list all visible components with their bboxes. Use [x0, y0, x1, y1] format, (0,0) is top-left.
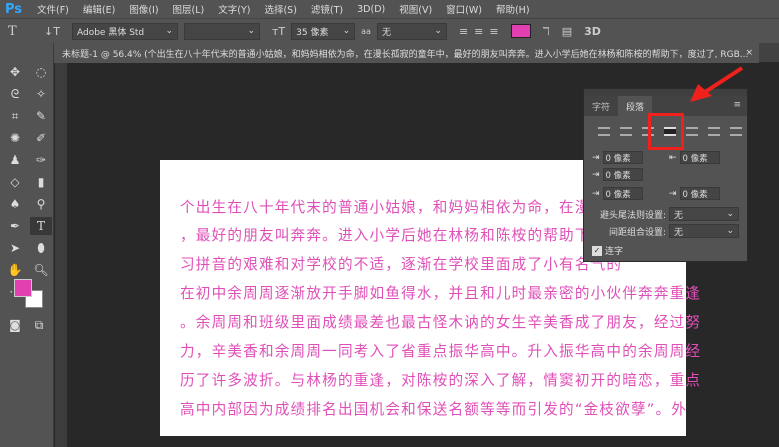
justify-all-icon[interactable] — [730, 127, 742, 136]
document-tab-bar: 未标题-1 @ 56.4% (个出生在八十年代末的普通小姑娘，和妈妈相依为命，在… — [54, 43, 779, 63]
mojikumi-select[interactable]: 无 ⌄ — [669, 224, 739, 238]
align-left-icon[interactable]: ≡ — [459, 25, 468, 38]
screen-mode-icon[interactable]: ⧉ — [30, 316, 48, 334]
menu-bar: Ps 文件(F) 编辑(E) 图像(I) 图层(L) 文字(Y) 选择(S) 滤… — [0, 0, 779, 18]
toolbar: ✥ ◌ ᘓ ✧ ⌗ ✎ ✺ ✐ ♟ ✑ ◇ ▮ ♠ ⚲ ✒ T ➤ ⬮ ✋ 🔍︎… — [0, 43, 54, 447]
path-selection-icon[interactable]: ➤ — [4, 239, 26, 257]
font-family-select[interactable]: Adobe 黑体 Std ⌄ — [72, 22, 178, 40]
menu-file[interactable]: 文件(F) — [30, 2, 76, 16]
menu-window[interactable]: 窗口(W) — [439, 2, 489, 16]
dodge-tool-icon[interactable]: ⚲ — [30, 195, 52, 213]
antialias-value: 无 — [381, 27, 391, 38]
first-line-indent-input[interactable]: 0 像素 — [602, 168, 643, 181]
menu-select[interactable]: 选择(S) — [257, 2, 303, 16]
foreground-color-swatch[interactable] — [14, 279, 32, 297]
vertical-ruler — [55, 63, 67, 447]
menu-layer[interactable]: 图层(L) — [166, 2, 212, 16]
character-panel-icon[interactable]: ▤ — [562, 25, 572, 38]
warp-text-icon[interactable]: ℸ — [543, 25, 550, 38]
tab-character[interactable]: 字符 — [584, 96, 618, 116]
options-bar: T ↓T Adobe 黑体 Std ⌄ ⌄ тT 35 像素 ⌄ aa 无 ⌄ ≡ ≡… — [0, 18, 779, 43]
type-tool-preset-icon[interactable]: T — [8, 24, 38, 39]
left-indent-icon: ⇥ — [592, 152, 600, 163]
right-indent-input[interactable]: 0 像素 — [679, 151, 720, 164]
left-indent-input[interactable]: 0 像素 — [602, 151, 643, 164]
quick-mask-icon[interactable]: ◙ — [6, 316, 24, 334]
text-color-swatch[interactable] — [510, 24, 531, 38]
font-family-value: Adobe 黑体 Std — [77, 27, 145, 38]
magic-wand-icon[interactable]: ✧ — [30, 85, 52, 103]
ellipse-tool-icon[interactable]: ⬮ — [30, 239, 52, 257]
eyedropper-icon[interactable]: ✎ — [30, 107, 52, 125]
mojikumi-label: 间距组合设置: — [608, 227, 666, 238]
antialias-icon: aa — [361, 26, 371, 36]
menu-help[interactable]: 帮助(H) — [489, 2, 537, 16]
crop-tool-icon[interactable]: ⌗ — [4, 107, 26, 125]
menu-3d[interactable]: 3D(D) — [350, 4, 392, 15]
hyphenate-label: 连字 — [605, 247, 624, 257]
kinsoku-value: 无 — [674, 210, 684, 221]
history-brush-icon[interactable]: ✑ — [30, 151, 52, 169]
close-tab-icon[interactable]: × — [745, 48, 753, 58]
document-tab-title: 未标题-1 @ 56.4% (个出生在八十年代末的普通小姑娘，和妈妈相依为命，在… — [62, 49, 749, 60]
zoom-tool-icon[interactable]: 🔍︎ — [30, 261, 52, 279]
eraser-tool-icon[interactable]: ◇ — [4, 173, 26, 191]
text-line: 历了许多波折。与林杨的重逢，对陈桉的深入了解，情窦初开的暗恋，重点 — [180, 372, 702, 389]
text-line: 个出生在八十年代末的普通小姑娘，和妈妈相依为命，在漫长孤 — [180, 199, 623, 216]
move-tool-icon[interactable]: ✥ — [4, 63, 26, 81]
menu-filter[interactable]: 滤镜(T) — [304, 2, 350, 16]
font-size-icon: тT — [272, 24, 286, 38]
healing-brush-icon[interactable]: ✺ — [4, 129, 26, 147]
document-tab[interactable]: 未标题-1 @ 56.4% (个出生在八十年代末的普通小姑娘，和妈妈相依为命，在… — [54, 43, 759, 63]
justify-last-right-icon[interactable] — [708, 127, 720, 136]
menu-view[interactable]: 视图(V) — [392, 2, 439, 16]
justify-last-center-icon[interactable] — [686, 127, 698, 136]
menu-type[interactable]: 文字(Y) — [211, 2, 257, 16]
marquee-tool-icon[interactable]: ◌ — [30, 63, 52, 81]
type-tool-icon[interactable]: T — [30, 217, 52, 235]
align-center-icon[interactable]: ≡ — [474, 25, 483, 38]
lasso-tool-icon[interactable]: ᘓ — [4, 85, 26, 103]
kinsoku-select[interactable]: 无 ⌄ — [669, 207, 739, 221]
3d-button[interactable]: 3D — [584, 25, 601, 38]
font-size-value: 35 像素 — [296, 27, 329, 38]
text-line: 高中内部因为成绩排名出国机会和保送名额等等而引发的“金枝欲孽”。外 — [180, 401, 688, 418]
hyphenate-checkbox[interactable]: ✓ — [592, 245, 602, 256]
align-right-icon[interactable]: ≡ — [489, 25, 498, 38]
first-line-indent-icon: ⇥ — [592, 169, 600, 180]
highlight-box — [648, 113, 684, 150]
text-line: ，最好的朋友叫奔奔。进入小学后她在林杨和陈桉的帮助下，度 — [180, 227, 623, 244]
blur-tool-icon[interactable]: ♠ — [4, 195, 26, 213]
text-line: 在初中余周周逐渐放开手脚如鱼得水，并且和儿时最亲密的小伙伴奔奔重逢 — [180, 285, 702, 302]
menu-edit[interactable]: 编辑(E) — [76, 2, 122, 16]
font-style-select[interactable]: ⌄ — [184, 22, 260, 40]
text-line: 力，辛美香和余周周一同考入了省重点振华高中。升入振华高中的余周周经 — [180, 343, 702, 360]
align-left-icon[interactable] — [598, 127, 610, 136]
font-size-select[interactable]: 35 像素 ⌄ — [291, 22, 356, 40]
text-line: 习拼音的艰难和对学校的不适，逐渐在学校里面成了小有名气的 — [180, 256, 623, 273]
space-before-input[interactable]: 0 像素 — [602, 187, 643, 200]
kinsoku-label: 避头尾法则设置: — [599, 210, 666, 221]
space-before-icon: ⇥ — [592, 188, 600, 199]
menu-image[interactable]: 图像(I) — [122, 2, 165, 16]
space-after-input[interactable]: 0 像素 — [679, 187, 720, 200]
hand-tool-icon[interactable]: ✋ — [4, 261, 26, 279]
antialias-select[interactable]: 无 ⌄ — [376, 22, 447, 40]
right-indent-icon: ⇤ — [669, 152, 677, 163]
photoshop-logo: Ps — [5, 1, 23, 17]
tab-paragraph[interactable]: 段落 — [618, 96, 653, 116]
brush-tool-icon[interactable]: ✐ — [30, 129, 52, 147]
text-orientation-icon[interactable]: ↓T — [44, 25, 66, 38]
mojikumi-value: 无 — [674, 227, 684, 238]
gradient-tool-icon[interactable]: ▮ — [30, 173, 52, 191]
pen-tool-icon[interactable]: ✒ — [4, 217, 26, 235]
red-arrow-annotation — [690, 66, 744, 102]
text-line: 。余周周和班级里面成绩最差也最古怪木讷的女生辛美香成了朋友，经过努 — [180, 314, 702, 331]
align-center-icon[interactable] — [620, 127, 632, 136]
space-after-icon: ⇥ — [669, 188, 677, 199]
stamp-tool-icon[interactable]: ♟ — [4, 151, 26, 169]
